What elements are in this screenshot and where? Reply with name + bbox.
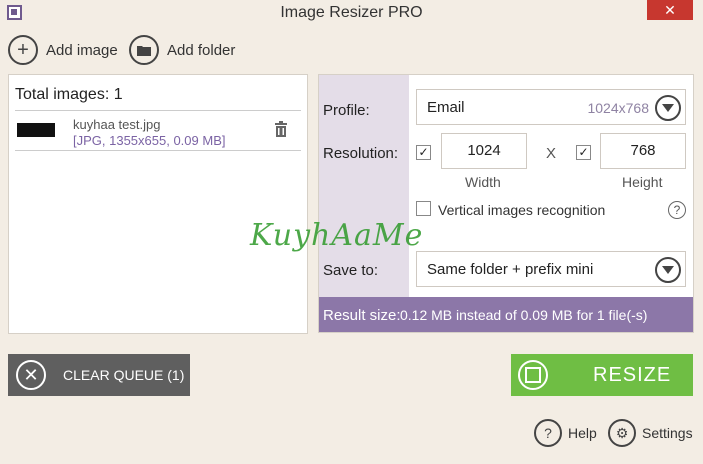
vertical-recognition-checkbox[interactable] [416,201,431,216]
image-thumbnail [17,123,55,137]
width-input[interactable]: 1024 [441,133,527,169]
height-label: Height [622,174,663,190]
save-to-label: Save to: [323,262,379,279]
width-checkbox[interactable]: ✓ [416,145,431,160]
profile-size: 1024x768 [587,100,649,116]
add-folder-label: Add folder [167,41,236,59]
help-button[interactable]: ? Help [534,418,597,448]
watermark-logo: KuyhAaMe [250,218,424,253]
vertical-recognition-label: Vertical images recognition [438,202,606,218]
settings-panel: Profile: Email 1024x768 Resolution: ✓ 10… [318,74,694,333]
width-label: Width [465,174,501,190]
help-icon: ? [534,419,562,447]
image-queue-panel: Total images: 1 kuyhaa test.jpg [JPG, 13… [8,74,308,334]
add-folder-button[interactable]: Add folder [129,35,235,65]
chevron-down-icon [655,95,681,121]
divider [15,110,301,111]
add-image-label: Add image [46,41,118,59]
window-title: Image Resizer PRO [280,4,423,21]
clear-queue-label: CLEAR QUEUE (1) [63,367,185,383]
profile-value: Email [427,99,465,116]
resize-icon [518,360,548,390]
result-size-bar: Result size: 0.12 MB instead of 0.09 MB … [319,297,693,332]
profile-dropdown[interactable]: Email 1024x768 [416,89,686,125]
resolution-label: Resolution: [323,145,399,162]
height-input[interactable]: 768 [600,133,686,169]
resize-button[interactable]: RESIZE [511,354,693,396]
add-image-button[interactable]: + Add image [8,35,118,65]
file-info: [JPG, 1355x655, 0.09 MB] [73,133,226,148]
clear-queue-button[interactable]: ✕ CLEAR QUEUE (1) [8,354,190,396]
x-separator: X [546,145,557,162]
plus-icon: + [8,35,38,65]
settings-button[interactable]: ⚙ Settings [608,418,693,448]
save-to-value: Same folder + prefix mini [427,261,594,278]
title-bar: Image Resizer PRO ✕ [0,0,703,26]
folder-icon [129,35,159,65]
trash-icon[interactable] [274,121,288,137]
total-images-label: Total images: 1 [15,86,123,103]
result-size-label: Result size: [323,307,401,324]
file-name: kuyhaa test.jpg [73,117,161,132]
save-to-dropdown[interactable]: Same folder + prefix mini [416,251,686,287]
result-size-value: 0.12 MB instead of 0.09 MB for 1 file(-s… [400,307,648,323]
profile-label: Profile: [323,102,370,119]
resize-label: RESIZE [593,363,672,386]
height-checkbox[interactable]: ✓ [576,145,591,160]
gear-icon: ⚙ [608,419,636,447]
close-icon: ✕ [16,360,46,390]
question-icon[interactable]: ? [668,201,686,219]
divider [15,150,301,151]
window-close-button[interactable]: ✕ [647,0,693,20]
help-label: Help [568,425,597,441]
settings-label: Settings [642,425,693,441]
chevron-down-icon [655,257,681,283]
